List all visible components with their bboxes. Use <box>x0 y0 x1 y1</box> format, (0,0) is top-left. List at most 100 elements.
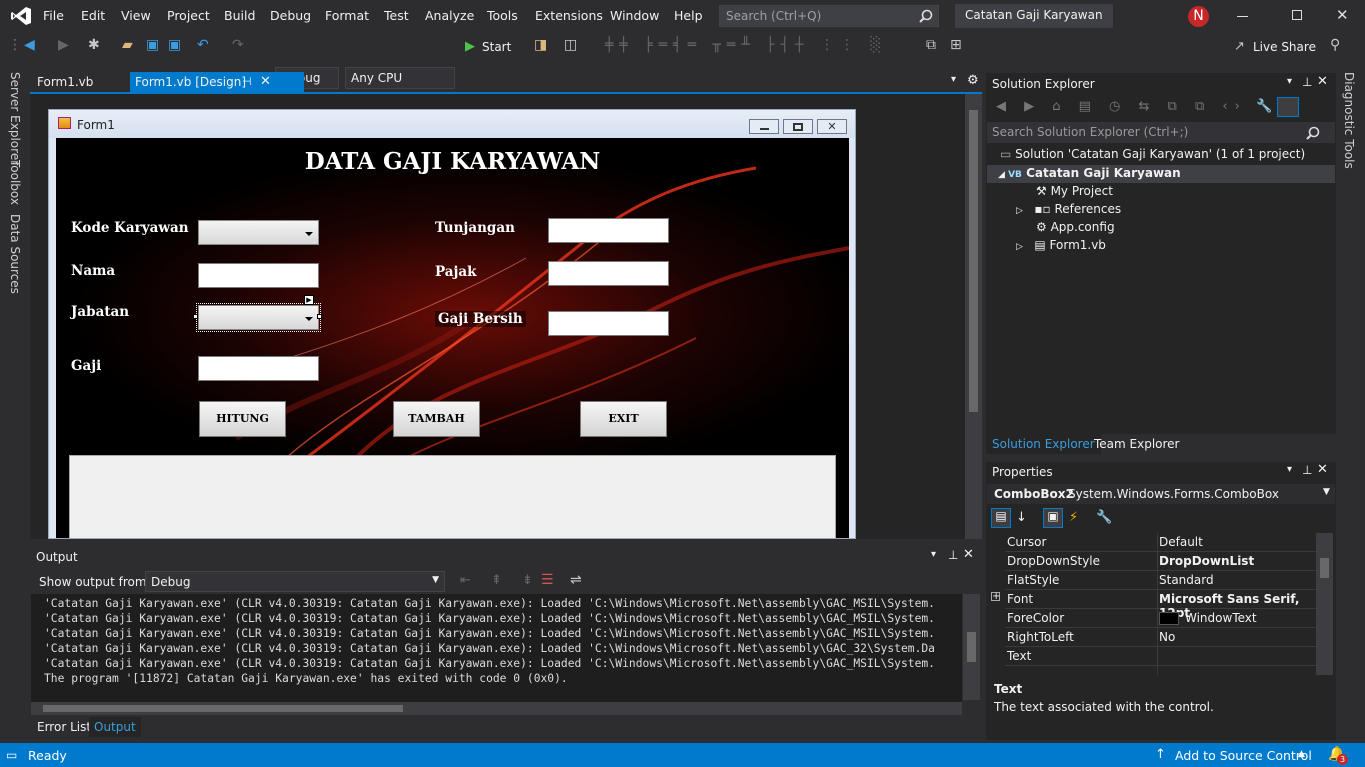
menu-edit[interactable]: Edit <box>81 8 105 23</box>
tab-form1-design[interactable]: Form1.vb [Design] ⊣ ✕ <box>130 72 304 94</box>
prop-row-font[interactable]: FontMicrosoft Sans Serif, 12pt <box>1005 590 1320 620</box>
scrollbar-thumb[interactable] <box>967 632 976 662</box>
prop-row-forecolor[interactable]: ForeColor WindowText <box>1005 609 1320 628</box>
browser-link-icon[interactable]: ◨ <box>534 37 547 53</box>
prop-row-flatstyle[interactable]: FlatStyle Standard <box>1005 571 1320 590</box>
search-icon[interactable] <box>919 9 933 23</box>
form-minimize-button[interactable] <box>749 119 779 134</box>
alphabetical-icon[interactable]: ↓ <box>1016 510 1027 525</box>
user-avatar[interactable]: N <box>1188 6 1209 27</box>
output-text-area[interactable]: 'Catatan Gaji Karyawan.exe' (CLR v4.0.30… <box>31 594 962 702</box>
live-share-label[interactable]: Live Share <box>1253 40 1316 54</box>
expand-font-icon[interactable]: + <box>991 592 1000 602</box>
tab-output[interactable]: Output <box>89 717 141 737</box>
textbox-gaji[interactable] <box>198 356 319 381</box>
menu-debug[interactable]: Debug <box>270 8 311 23</box>
add-to-source-control[interactable]: Add to Source Control <box>1175 748 1312 763</box>
tab-close-icon[interactable]: ✕ <box>260 74 271 89</box>
properties-view-icon[interactable]: ▣ <box>1043 508 1063 528</box>
menu-help[interactable]: Help <box>674 8 703 23</box>
diagnostic-tools-tab[interactable]: Diagnostic Tools <box>1342 72 1356 169</box>
selection-handle-left[interactable] <box>193 314 198 319</box>
quick-search-input[interactable]: Search (Ctrl+Q) <box>719 5 939 27</box>
menu-window[interactable]: Window <box>610 8 659 23</box>
tab-order-icon[interactable]: ⧉ <box>926 37 936 53</box>
preview-selected-icon[interactable] <box>1277 97 1299 117</box>
word-wrap-icon[interactable]: ⇌ <box>570 572 582 588</box>
view-designer-icon[interactable]: ◫ <box>564 37 577 53</box>
start-button-label[interactable]: Start <box>482 40 511 54</box>
selection-handle-right[interactable] <box>317 314 322 319</box>
tree-item-references[interactable]: ▷ ▪▫ References <box>1016 202 1121 216</box>
start-play-icon[interactable]: ▶ <box>465 39 475 54</box>
smart-tag-icon[interactable]: ▶ <box>304 295 314 305</box>
exit-button[interactable]: EXIT <box>580 401 667 437</box>
data-sources-tab[interactable]: Data Sources <box>8 214 22 294</box>
panel-dropdown-icon[interactable]: ▾ <box>1287 76 1292 87</box>
form-close-button[interactable]: ✕ <box>817 119 847 134</box>
se-toolbar-icons[interactable]: ◀ ▶ ⌂ ▤ ◷ ⇆ ⧉ ⧉ ‹› <box>996 99 1247 114</box>
open-folder-icon[interactable]: ▰ <box>122 37 133 53</box>
tab-solution-explorer[interactable]: Solution Explorer <box>986 434 1101 454</box>
panel-dropdown-icon[interactable]: ▾ <box>931 549 936 560</box>
se-search-input[interactable]: Search Solution Explorer (Ctrl+;) <box>987 122 1335 143</box>
menu-build[interactable]: Build <box>224 8 255 23</box>
clear-all-icon[interactable]: ☰ <box>541 572 554 588</box>
panel-close-icon[interactable]: ✕ <box>963 547 974 562</box>
chevron-up-icon[interactable]: ▲ <box>1298 749 1305 759</box>
new-project-icon[interactable]: ✱ <box>88 37 100 53</box>
tree-item-form1-vb[interactable]: ▷ ▤ Form1.vb <box>1016 238 1106 252</box>
menu-view[interactable]: View <box>121 8 151 23</box>
scrollbar-thumb[interactable] <box>1320 558 1329 578</box>
undo-icon[interactable]: ↶ <box>197 37 209 53</box>
prop-row-cursor[interactable]: Cursor Default <box>1005 533 1320 552</box>
menu-extensions[interactable]: Extensions <box>535 8 603 23</box>
output-hscroll[interactable] <box>31 702 962 715</box>
panel-pin-icon[interactable]: ⊥ <box>948 548 958 562</box>
panel-pin-icon[interactable]: ⊥ <box>1302 463 1312 477</box>
textbox-nama[interactable] <box>198 263 319 288</box>
categorized-icon[interactable]: ▤ <box>991 508 1011 528</box>
restore-icon[interactable] <box>1292 10 1302 20</box>
tambah-button[interactable]: TAMBAH <box>393 401 480 437</box>
menu-analyze[interactable]: Analyze <box>425 8 474 23</box>
back-icon[interactable]: ◀ <box>24 37 35 53</box>
layout-align-icons[interactable]: ╪╪ ╞═╡═ ╥═╨ ├┤┼ ⋮⋮ ░ <box>605 37 887 53</box>
prop-row-dropdownstyle[interactable]: DropDownStyle DropDownList <box>1005 552 1320 571</box>
menu-project[interactable]: Project <box>167 8 210 23</box>
events-lightning-icon[interactable]: ⚡ <box>1069 510 1078 525</box>
tree-item-app-config[interactable]: ⚙ App.config <box>1036 220 1115 234</box>
feedback-icon[interactable]: ⚲ <box>1330 37 1340 53</box>
visual-studio-logo-icon[interactable] <box>10 6 32 26</box>
pin-icon[interactable]: ⊣ <box>242 75 252 88</box>
minimize-icon[interactable] <box>1237 16 1248 17</box>
textbox-gaji-bersih[interactable] <box>548 311 669 336</box>
save-icon[interactable]: ▣ <box>146 37 159 53</box>
panel-close-icon[interactable]: ✕ <box>1317 462 1328 477</box>
output-vscroll[interactable] <box>963 594 980 700</box>
textbox-tunjangan[interactable] <box>548 218 669 243</box>
output-source-select[interactable]: Debug ▼ <box>145 571 445 592</box>
prop-row-righttoleft[interactable]: RightToLeft No <box>1005 628 1320 647</box>
menu-file[interactable]: File <box>43 8 64 23</box>
close-window-icon[interactable]: ✕ <box>1336 6 1349 24</box>
live-share-icon[interactable]: ↗ <box>1234 39 1245 54</box>
textbox-pajak[interactable] <box>548 261 669 286</box>
search-icon[interactable] <box>1306 126 1320 140</box>
hitung-button[interactable]: HITUNG <box>199 401 286 437</box>
forward-icon[interactable]: ▶ <box>58 37 69 53</box>
tab-team-explorer[interactable]: Team Explorer <box>1094 437 1180 451</box>
server-explorer-tab[interactable]: Server Explorer <box>8 72 22 165</box>
menu-format[interactable]: Format <box>325 8 369 23</box>
panel-dropdown-icon[interactable]: ▾ <box>1287 464 1292 475</box>
object-selector[interactable]: ComboBox2 System.Windows.Forms.ComboBox … <box>987 484 1335 504</box>
designer-scrollbar[interactable] <box>965 94 982 539</box>
redo-icon[interactable]: ↷ <box>232 37 244 53</box>
tab-error-list[interactable]: Error List <box>37 720 91 734</box>
combobox-jabatan-selected[interactable] <box>196 303 321 332</box>
scrollbar-thumb[interactable] <box>969 110 978 412</box>
properties-wrench-icon[interactable]: 🔧 <box>1256 99 1272 114</box>
tree-item-my-project[interactable]: ⚒ My Project <box>1036 184 1113 198</box>
tab-dropdown-icon[interactable]: ▾ <box>951 74 956 85</box>
combobox-kode-karyawan[interactable] <box>198 220 319 245</box>
